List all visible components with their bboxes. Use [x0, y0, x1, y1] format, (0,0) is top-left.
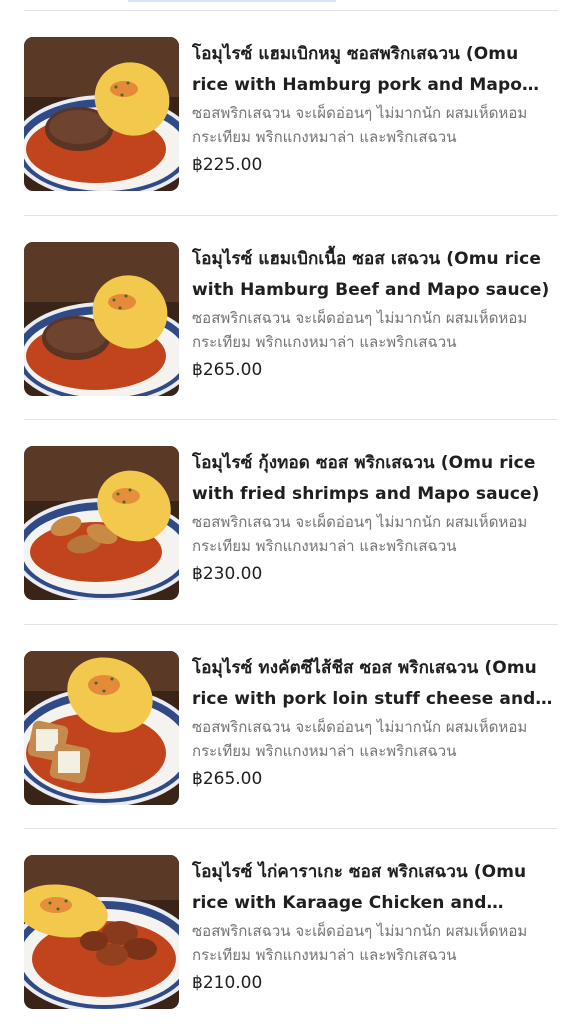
item-name: โอมุไรซ์ ไก่คาราเกะ ซอส พริกเสฉวน (Omu r… — [192, 862, 527, 913]
omurice-hamburg-beef-photo — [24, 241, 179, 396]
food-photo[interactable] — [24, 446, 179, 600]
item-description: ซอสพริกเสฉวน จะเผ็ดอ่อนๆ ไม่มากนัก ผสมเห… — [192, 513, 528, 555]
item-description: ซอสพริกเสฉวน จะเผ็ดอ่อนๆ ไม่มากนัก ผสมเห… — [192, 922, 528, 964]
item-price: ฿210.00 — [192, 973, 263, 993]
top-scroll-accent — [128, 0, 336, 2]
item-name: โอมุไรซ์ กุ้งทอด ซอส พริกเสฉวน (Omu rice… — [192, 453, 540, 504]
menu-list: โอมุไรซ์ แฮมเบิกหมู ซอสพริกเสฉวน (Omu ri… — [0, 11, 582, 1034]
menu-item[interactable]: โอมุไรซ์ แฮมเบิกหมู ซอสพริกเสฉวน (Omu ri… — [0, 11, 582, 216]
item-name: โอมุไรซ์ ทงคัตซึไส้ชีส ซอส พริกเสฉวน (Om… — [192, 657, 553, 709]
menu-item[interactable]: โอมุไรซ์ กุ้งทอด ซอส พริกเสฉวน (Omu rice… — [0, 420, 582, 625]
omurice-hamburg-photo — [24, 37, 179, 191]
item-name: โอมุไรซ์ แฮมเบิกเนื้อ ซอส เสฉวน (Omu ric… — [192, 248, 550, 300]
food-photo[interactable] — [24, 855, 179, 1009]
menu-item[interactable]: โอมุไรซ์ ทงคัตซึไส้ชีส ซอส พริกเสฉวน (Om… — [0, 625, 582, 829]
item-description: ซอสพริกเสฉวน จะเผ็ดอ่อนๆ ไม่มากนัก ผสมเห… — [192, 104, 528, 146]
item-price: ฿265.00 — [192, 768, 263, 789]
food-photo[interactable] — [24, 241, 179, 396]
omurice-tonkatsu-cheese-photo — [24, 650, 179, 805]
food-photo[interactable] — [24, 37, 179, 191]
item-description: ซอสพริกเสฉวน จะเผ็ดอ่อนๆ ไม่มากนัก ผสมเห… — [192, 308, 528, 351]
menu-item[interactable]: โอมุไรซ์ แฮมเบิกเนื้อ ซอส เสฉวน (Omu ric… — [0, 216, 582, 420]
item-price: ฿230.00 — [192, 564, 263, 584]
menu-item[interactable]: โอมุไรซ์ ไก่คาราเกะ ซอส พริกเสฉวน (Omu r… — [0, 829, 582, 1034]
item-description: ซอสพริกเสฉวน จะเผ็ดอ่อนๆ ไม่มากนัก ผสมเห… — [192, 717, 528, 760]
omurice-karaage-photo — [24, 855, 179, 1009]
item-name: โอมุไรซ์ แฮมเบิกหมู ซอสพริกเสฉวน (Omu ri… — [192, 44, 540, 95]
item-price: ฿225.00 — [192, 155, 263, 175]
food-photo[interactable] — [24, 650, 179, 805]
omurice-fried-shrimp-photo — [24, 446, 179, 600]
item-price: ฿265.00 — [192, 359, 263, 380]
